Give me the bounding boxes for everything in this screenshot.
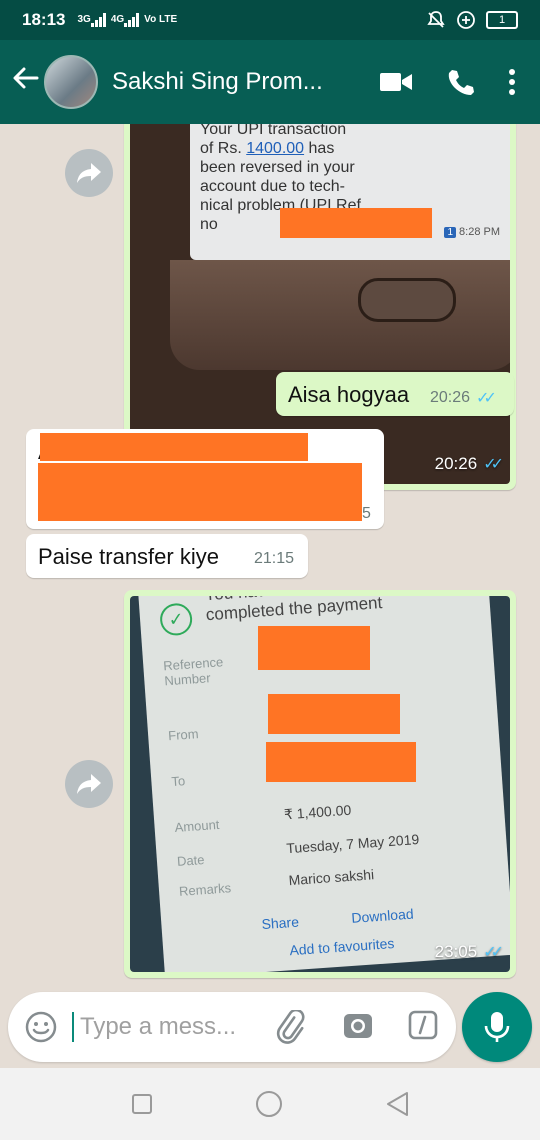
microphone-icon <box>484 1012 510 1042</box>
message-composer <box>8 992 456 1062</box>
network-4g-indicator: 4G <box>110 14 125 25</box>
message-input[interactable] <box>78 1006 272 1048</box>
chat-area[interactable]: Your UPI transaction of Rs. 1400.00 has … <box>0 124 540 986</box>
emoji-button[interactable] <box>24 1010 58 1049</box>
attach-button[interactable] <box>274 1008 310 1051</box>
contact-avatar[interactable] <box>44 55 98 109</box>
forward-icon <box>77 774 101 794</box>
recents-square-icon[interactable] <box>131 1093 153 1115</box>
photo-label: Reference Number <box>162 654 224 689</box>
redaction-box <box>40 433 308 461</box>
battery-indicator: 1 <box>486 11 518 29</box>
emoji-icon <box>25 1011 57 1043</box>
read-ticks-icon: ✓✓ <box>483 944 504 961</box>
redaction-box <box>258 626 370 670</box>
message-meta: 23:05 ✓✓ <box>434 942 504 962</box>
photo-label: Amount <box>174 816 220 836</box>
text-message-bubble[interactable]: Aisa hogyaa 20:26 ✓✓ <box>276 372 514 416</box>
sms-line: of Rs. 1400.00 has <box>200 140 335 157</box>
rupee-payment-icon <box>408 1010 438 1040</box>
signal-icon-2 <box>124 13 140 27</box>
redaction-box <box>266 742 416 782</box>
message-meta: 21:15 <box>254 550 294 568</box>
photo-label: Remarks <box>178 880 232 899</box>
payment-button[interactable] <box>408 1010 438 1045</box>
message-time: 20:26 <box>434 454 478 473</box>
photo-home-key <box>358 278 456 322</box>
photo-value: ₹ 1,400.00 <box>283 801 352 823</box>
forward-icon <box>77 163 101 183</box>
sim-badge: 1 <box>444 226 457 238</box>
sms-line: been reversed in your <box>200 159 355 176</box>
sms-line: Your UPI transaction <box>200 124 347 138</box>
message-text: Paise transfer kiye <box>38 544 219 569</box>
status-bar: 18:13 3G 4G Vo LTE 1 <box>0 0 540 40</box>
photo-download-link: Download <box>350 905 415 926</box>
phone-icon[interactable] <box>446 68 474 96</box>
message-time: 20:26 <box>430 389 471 406</box>
forward-button[interactable] <box>65 149 113 197</box>
forward-button[interactable] <box>65 760 113 808</box>
voice-record-button[interactable] <box>462 992 532 1062</box>
message-time-partial: 5 <box>362 505 371 522</box>
incoming-message-bubble[interactable]: Paise transfer kiye 21:15 <box>26 534 308 578</box>
read-ticks-icon: ✓✓ <box>476 390 497 407</box>
video-call-icon[interactable] <box>380 71 412 93</box>
text-caret <box>72 1012 74 1042</box>
redaction-box <box>280 208 432 238</box>
arrow-back-icon[interactable] <box>8 64 42 100</box>
message-text: Aisa hogyaa <box>288 382 410 407</box>
back-triangle-icon[interactable] <box>385 1091 409 1117</box>
message-meta: 20:26 ✓✓ <box>434 454 504 474</box>
system-nav-bar <box>0 1068 540 1140</box>
photo-label: To <box>170 773 186 790</box>
volte-indicator: Vo LTE <box>144 14 178 25</box>
redaction-box <box>268 694 400 734</box>
camera-button[interactable] <box>342 1010 374 1047</box>
message-meta: 20:26 ✓✓ <box>430 388 497 408</box>
paperclip-icon <box>276 1008 305 1044</box>
message-meta: 5 <box>362 505 371 523</box>
network-3g-indicator: 3G <box>77 14 91 25</box>
incoming-message-bubble[interactable]: A 5 <box>26 429 384 529</box>
signal-icon <box>90 13 106 27</box>
home-circle-icon[interactable] <box>255 1090 283 1118</box>
data-saver-icon <box>457 11 475 29</box>
photo-label: Date <box>176 852 205 869</box>
more-vert-icon[interactable] <box>508 68 516 96</box>
contact-name[interactable]: Sakshi Sing Prom... <box>112 68 342 96</box>
photo-value: Marico sakshi <box>288 866 375 889</box>
sms-timestamp: 1 8:28 PM <box>444 226 500 238</box>
image-message-bubble[interactable]: ✓ You have succe completed the payment R… <box>124 590 516 978</box>
camera-icon <box>344 1014 372 1038</box>
photo-share-link: Share <box>261 913 300 933</box>
message-time: 23:05 <box>434 942 478 961</box>
read-ticks-icon: ✓✓ <box>483 456 504 473</box>
status-time: 18:13 <box>22 10 66 29</box>
photo-value: Tuesday, 7 May 2019 <box>285 831 420 857</box>
photo-label: From <box>167 726 200 744</box>
redaction-box <box>38 463 362 521</box>
message-time: 21:15 <box>254 550 295 567</box>
sms-line: account due to tech- <box>200 178 345 195</box>
chat-header: Sakshi Sing Prom... <box>0 40 540 124</box>
photo-phone-frame <box>170 260 510 370</box>
mute-bell-icon <box>427 11 445 28</box>
check-icon: ✓ <box>159 602 194 637</box>
message-photo[interactable]: ✓ You have succe completed the payment R… <box>130 596 510 972</box>
photo-favourites-link: Add to favourites <box>288 935 395 959</box>
